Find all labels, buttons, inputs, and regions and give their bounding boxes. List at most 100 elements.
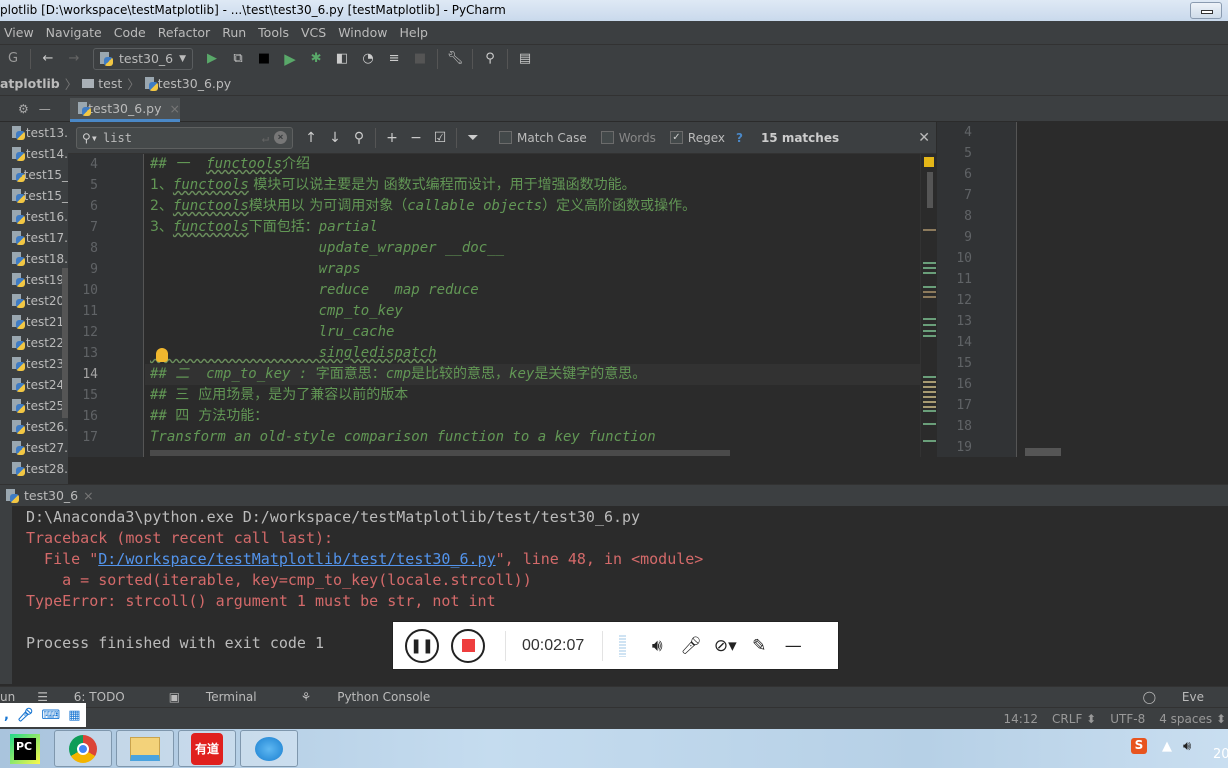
screen-icon[interactable]: ⧉ [227,48,249,70]
show-hidden-icons[interactable]: ▲ [1162,739,1172,754]
regex-box-checked[interactable]: ✓ [669,131,683,144]
stripe-marker[interactable] [923,296,936,298]
project-file-item[interactable]: test20. [0,290,68,311]
regex-checkbox[interactable]: ✓ Regex ? [669,131,743,145]
stripe-marker[interactable] [923,396,936,398]
next-occurrence-icon[interactable]: ↓ [323,127,347,149]
clear-icon[interactable]: × [274,131,287,144]
menu-help[interactable]: Help [395,25,436,40]
stripe-marker[interactable] [923,229,936,231]
project-file-item[interactable]: test17. [0,227,68,248]
hide-icon[interactable]: — [39,102,51,116]
line-separator[interactable]: CRLF ⬍ [1052,712,1096,726]
forward-icon[interactable]: → [63,48,85,70]
minimize-recorder-icon[interactable]: — [778,636,808,656]
stripe-marker[interactable] [923,286,936,288]
breadcrumb-folder[interactable]: test [98,76,122,91]
stripe-marker[interactable] [923,386,936,388]
stripe-marker[interactable] [923,324,936,326]
run-icon[interactable]: ▶ [279,48,301,70]
speaker-icon[interactable]: 🔊︎ [642,636,672,656]
terminal-tool-button[interactable]: ▣ Terminal [169,690,279,704]
stripe-marker[interactable] [923,267,936,269]
stripe-marker[interactable] [923,262,936,264]
microphone-icon[interactable]: 🎤︎ [676,636,706,656]
project-file-item[interactable]: test21. [0,311,68,332]
stripe-marker[interactable] [923,318,936,320]
apps-grid-icon[interactable]: ▦ [68,708,80,723]
stripe-marker[interactable] [923,410,936,412]
resume-icon[interactable]: ▶ [201,48,223,70]
volume-icon[interactable]: 🔊︎ [1183,739,1191,754]
remove-occurrence-icon[interactable]: − [404,127,428,149]
close-icon[interactable]: × [170,101,180,116]
taskbar-pycharm[interactable]: PC [0,730,50,767]
project-file-item[interactable]: test14. [0,143,68,164]
select-all-occurrences-icon[interactable]: ☑ [428,127,452,149]
indent-setting[interactable]: 4 spaces ⬍ [1159,712,1226,726]
minimize-button[interactable] [1190,2,1222,19]
run-config-select[interactable]: test30_6 ▼ [93,47,194,70]
split-editor[interactable] [1017,122,1228,457]
file-link[interactable]: D:/workspace/testMatplotlib/test/test30_… [98,550,495,568]
punctuation-icon[interactable]: , [4,708,9,723]
pause-button[interactable]: ❚❚ [405,628,439,663]
stop-record-button[interactable] [451,628,485,663]
stripe-marker[interactable] [923,401,936,403]
todo-tool-button[interactable]: ☰ 6: TODO [37,690,147,704]
taskbar-chrome[interactable] [54,730,112,767]
annotate-icon[interactable]: ✎ [744,636,774,656]
match-case-checkbox[interactable]: Match Case [499,131,587,145]
project-file-item[interactable]: test27. [0,437,68,458]
project-file-item[interactable]: test13. [0,122,68,143]
debug-icon[interactable]: ✱ [305,48,327,70]
concurrency-icon[interactable]: ≡ [383,48,405,70]
profile-icon[interactable]: ◔ [357,48,379,70]
stripe-marker[interactable] [923,335,936,337]
regex-help-link[interactable]: ? [736,131,743,145]
menu-window[interactable]: Window [334,25,395,40]
project-file-item[interactable]: test19. [0,269,68,290]
close-find-icon[interactable]: ✕ [918,130,930,146]
keyboard-icon[interactable]: ⌨ [41,708,60,723]
previous-occurrence-icon[interactable]: ↑ [299,127,323,149]
search-history-icon[interactable]: ⚲▾ [82,131,98,145]
menu-run[interactable]: Run [218,25,254,40]
close-icon[interactable]: × [83,488,93,503]
match-case-box[interactable] [499,131,512,144]
taskbar-explorer[interactable] [116,730,174,767]
python-console-tool-button[interactable]: ⚘ Python Console [301,690,453,704]
code-editor[interactable]: ## 一 functools介绍 1、functools 模块可以说主要是为 函数… [145,154,921,457]
stripe-marker[interactable] [923,291,936,293]
structure-icon[interactable]: ▤ [514,48,536,70]
project-file-item[interactable]: test24. [0,374,68,395]
project-file-item[interactable]: test26. [0,416,68,437]
gear-icon[interactable]: ⚙ [18,102,29,116]
stripe-marker[interactable] [923,406,936,408]
stripe-marker[interactable] [923,330,936,332]
menu-code[interactable]: Code [110,25,154,40]
lightbulb-icon[interactable] [156,348,168,362]
menu-view[interactable]: View [0,25,42,40]
stop-icon[interactable]: ■ [253,48,275,70]
stripe-marker[interactable] [923,423,936,425]
search-icon[interactable]: ⚲ [479,48,501,70]
project-file-item[interactable]: test23. [0,353,68,374]
microphone-icon[interactable]: 🎤︎ [17,708,34,723]
wrench-icon[interactable]: 🔧︎ [444,48,466,70]
stripe-marker[interactable] [923,376,936,378]
stripe-marker[interactable] [923,440,936,442]
filter-icon[interactable]: ⏷ [461,127,485,149]
words-box[interactable] [600,131,614,144]
search-input[interactable]: ⚲▾ list ↵ × [76,126,293,149]
project-file-item[interactable]: test22. [0,332,68,353]
back-icon[interactable]: ← [37,48,59,70]
stripe-marker[interactable] [923,381,936,383]
tab-test30-6[interactable]: test30_6.py × [70,98,180,122]
event-log-button[interactable]: ◯ Eve [1143,690,1226,704]
stripe-marker[interactable] [923,272,936,274]
run-tab-label[interactable]: test30_6 [24,488,78,503]
search-query[interactable]: list [103,131,257,145]
split-editor-scrollbar[interactable] [1025,448,1061,456]
taskbar-youdao[interactable]: 有道 [178,730,236,767]
